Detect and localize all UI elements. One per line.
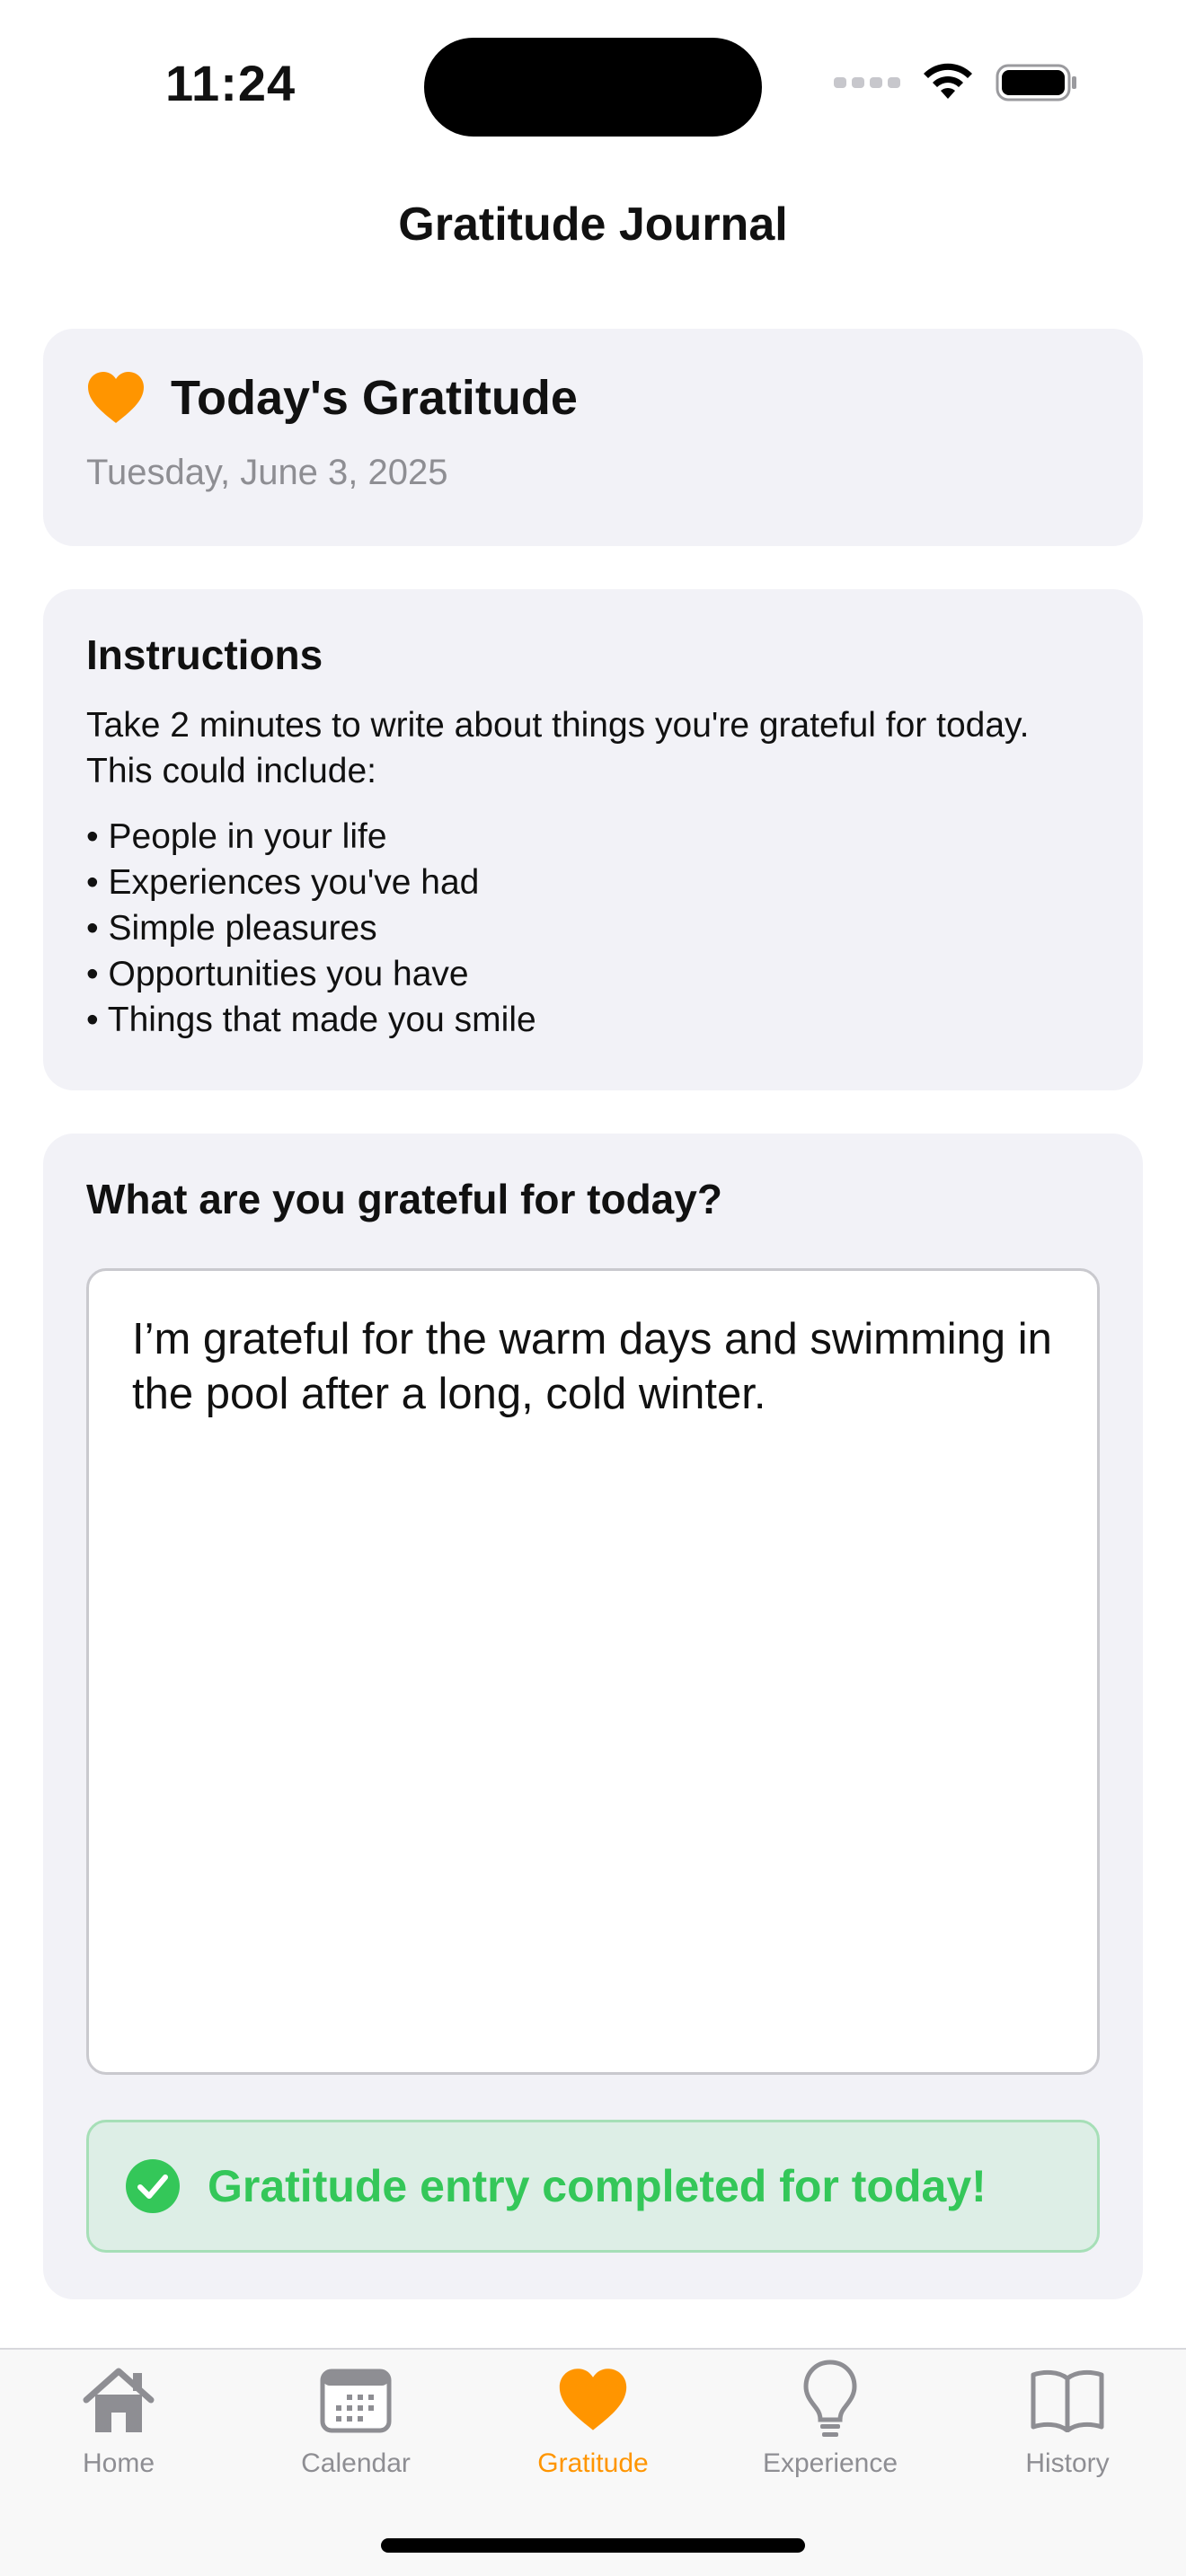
success-banner: Gratitude entry completed for today! <box>86 2120 1100 2253</box>
today-header: Today's Gratitude <box>86 370 1100 426</box>
heart-icon <box>559 2369 627 2430</box>
tab-experience[interactable]: Experience <box>712 2357 949 2479</box>
tab-label: Gratitude <box>537 2448 649 2478</box>
tab-label: Experience <box>762 2448 898 2478</box>
list-item: • Opportunities you have <box>86 955 469 993</box>
list-item: • Experiences you've had <box>86 863 480 902</box>
tab-label: Home <box>82 2448 155 2478</box>
calendar-icon <box>320 2369 392 2433</box>
list-item: • Things that made you smile <box>86 1001 536 1039</box>
tab-label: Calendar <box>301 2448 411 2478</box>
lightbulb-icon <box>803 2360 857 2437</box>
instructions-title: Instructions <box>86 631 323 678</box>
heart-icon <box>88 372 144 423</box>
status-indicators <box>834 63 1078 102</box>
today-gratitude-card: Today's Gratitude Tuesday, June 3, 2025 <box>43 329 1143 546</box>
tab-gratitude[interactable]: Gratitude <box>474 2357 712 2479</box>
cellular-signal-icon <box>834 77 900 88</box>
instructions-list: • People in your life • Experiences you'… <box>86 814 1100 1043</box>
today-title: Today's Gratitude <box>171 371 578 425</box>
status-bar: 11:24 <box>0 0 1186 171</box>
dynamic-island <box>424 38 762 137</box>
success-message: Gratitude entry completed for today! <box>208 2161 987 2211</box>
wifi-icon <box>924 63 972 99</box>
tab-calendar[interactable]: Calendar <box>237 2357 474 2479</box>
entry-card: What are you grateful for today? I’m gra… <box>43 1134 1143 2299</box>
page-title: Gratitude Journal <box>398 198 788 251</box>
tab-history[interactable]: History <box>949 2357 1186 2479</box>
instructions-text: Take 2 minutes to write about things you… <box>86 706 1030 790</box>
tab-home[interactable]: Home <box>0 2357 237 2479</box>
gratitude-text-input[interactable]: I’m grateful for the warm days and swimm… <box>86 1268 1100 2075</box>
status-time: 11:24 <box>165 55 296 111</box>
tab-label: History <box>1025 2448 1110 2478</box>
entry-question: What are you grateful for today? <box>86 1176 722 1222</box>
today-date: Tuesday, June 3, 2025 <box>86 453 448 492</box>
checkmark-circle-icon <box>126 2159 180 2213</box>
list-item: • Simple pleasures <box>86 909 377 948</box>
home-indicator[interactable] <box>381 2538 805 2553</box>
book-icon <box>1031 2369 1104 2432</box>
battery-icon <box>996 64 1076 101</box>
list-item: • People in your life <box>86 817 387 856</box>
house-icon <box>83 2368 155 2432</box>
instructions-card: Instructions Take 2 minutes to write abo… <box>43 589 1143 1090</box>
